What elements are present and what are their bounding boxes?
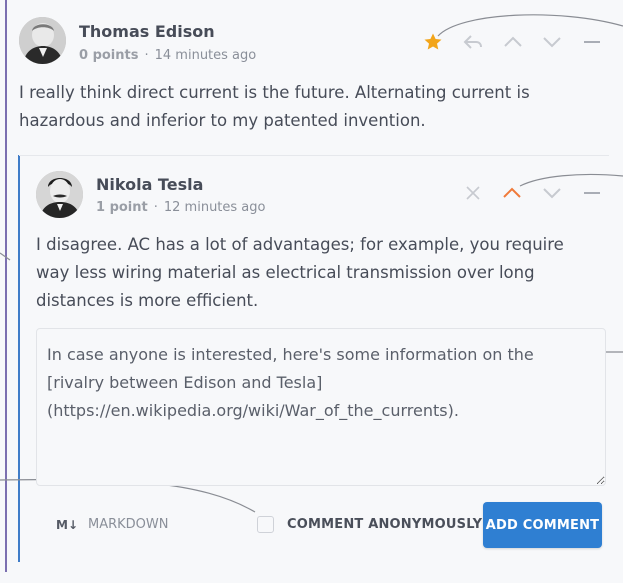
comment-author[interactable]: Thomas Edison [79,22,215,41]
collapse-icon[interactable] [581,183,603,203]
upvote-icon-active[interactable] [501,183,523,203]
points-count: 1 point [96,200,148,215]
markdown-label: MARKDOWN [88,517,169,532]
edison-portrait-icon [19,17,66,64]
anonymous-checkbox[interactable] [257,516,274,533]
tesla-portrait-icon [36,171,83,218]
markdown-icon: M↓ [56,517,78,532]
timestamp: 14 minutes ago [154,48,257,63]
comment-body: I disagree. AC has a lot of advantages; … [36,235,564,310]
meta-separator: · [153,200,158,215]
markdown-hint[interactable]: M↓ MARKDOWN [56,517,169,532]
points-count: 0 points [79,48,139,63]
close-icon[interactable] [463,183,483,203]
timestamp: 12 minutes ago [163,200,266,215]
comment-body: I really think direct current is the fut… [19,83,530,130]
avatar[interactable] [19,17,66,64]
collapse-icon[interactable] [581,32,603,52]
comment-meta: 0 points · 14 minutes ago [79,48,256,63]
avatar[interactable] [36,171,83,218]
reply-textarea[interactable] [36,328,606,486]
comment-meta: 1 point · 12 minutes ago [96,200,265,215]
add-comment-button[interactable]: ADD COMMENT [483,502,602,548]
anonymous-label[interactable]: COMMENT ANONYMOUSLY [287,517,482,532]
upvote-icon[interactable] [502,32,524,52]
comment-author[interactable]: Nikola Tesla [96,175,203,194]
meta-separator: · [144,48,149,63]
reply-icon[interactable] [462,32,484,52]
star-icon[interactable] [423,32,443,52]
downvote-icon[interactable] [541,32,563,52]
downvote-icon[interactable] [541,183,563,203]
